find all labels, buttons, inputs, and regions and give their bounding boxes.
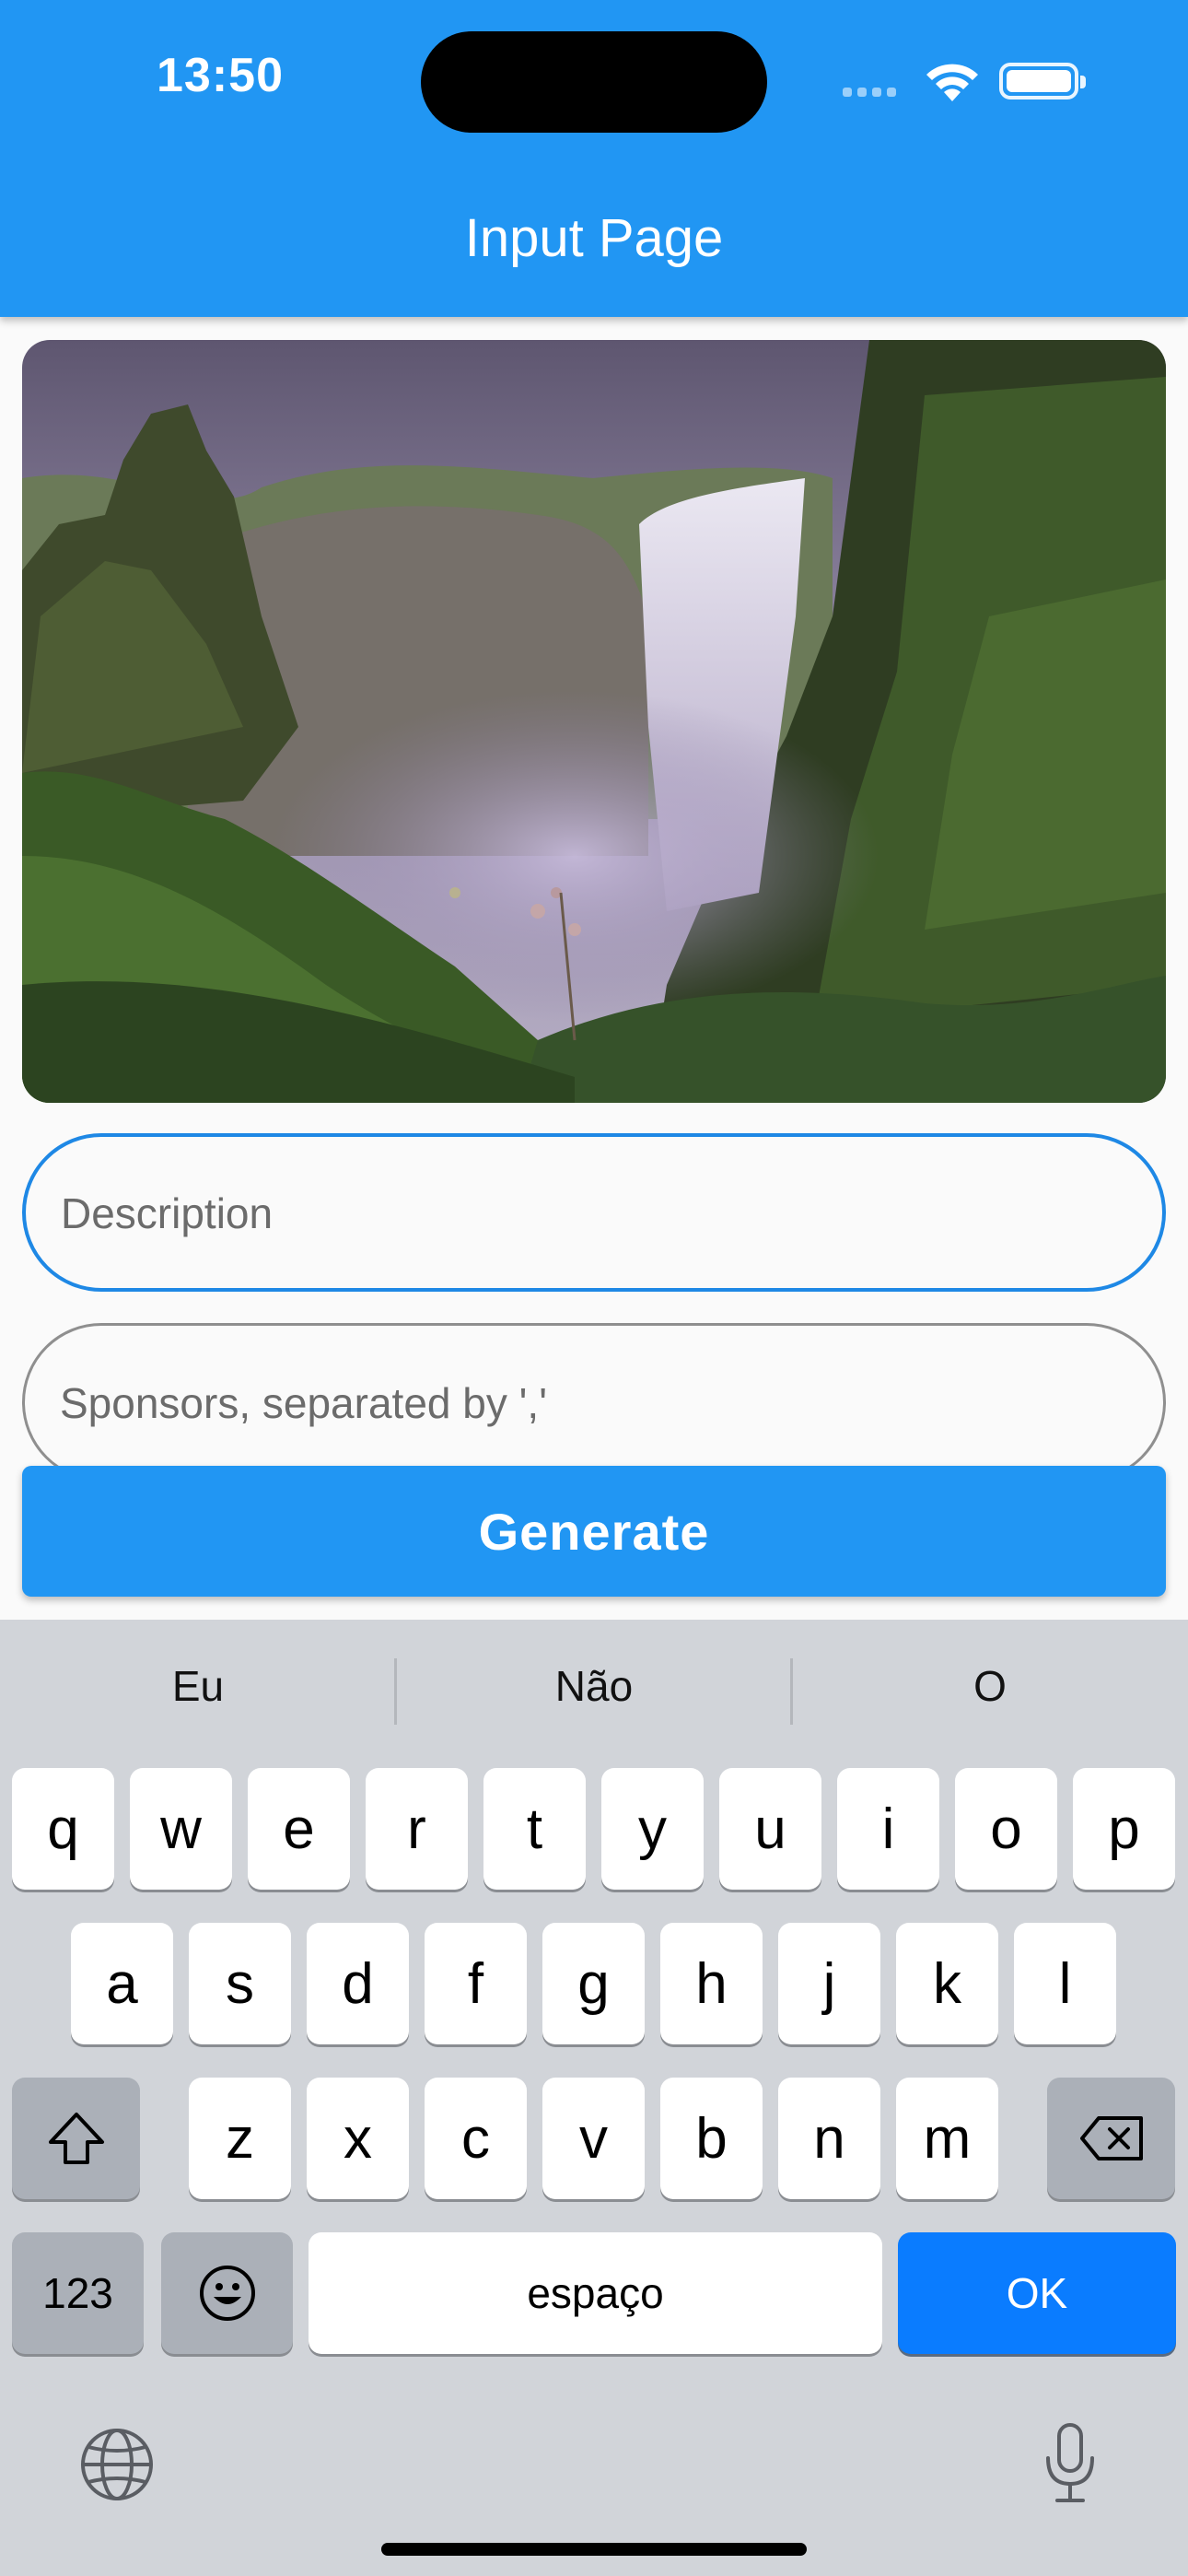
dynamic-island bbox=[421, 31, 767, 133]
description-field[interactable] bbox=[22, 1133, 1166, 1292]
key-z[interactable]: z bbox=[189, 2078, 291, 2199]
generate-button[interactable]: Generate bbox=[22, 1466, 1166, 1597]
key-w[interactable]: w bbox=[130, 1768, 232, 1890]
numbers-key[interactable]: 123 bbox=[12, 2232, 144, 2354]
globe-icon[interactable] bbox=[79, 2427, 155, 2507]
key-r[interactable]: r bbox=[366, 1768, 468, 1890]
cellular-signal-icon bbox=[843, 85, 903, 97]
home-indicator[interactable] bbox=[381, 2543, 807, 2556]
wifi-icon bbox=[924, 59, 981, 108]
microphone-icon[interactable] bbox=[1042, 2421, 1098, 2511]
page-title: Input Page bbox=[464, 208, 724, 268]
key-p[interactable]: p bbox=[1073, 1768, 1175, 1890]
waterfall-landscape-photo bbox=[22, 340, 1166, 1103]
delete-key[interactable] bbox=[1047, 2078, 1175, 2199]
key-f[interactable]: f bbox=[425, 1923, 527, 2044]
status-time: 13:50 bbox=[157, 49, 284, 102]
emoji-icon bbox=[199, 2266, 255, 2321]
key-e[interactable]: e bbox=[248, 1768, 350, 1890]
key-a[interactable]: a bbox=[71, 1923, 173, 2044]
emoji-key[interactable] bbox=[161, 2232, 293, 2354]
sponsors-input[interactable] bbox=[58, 1326, 1121, 1481]
shift-arrow-icon bbox=[48, 2113, 104, 2164]
suggestion-1[interactable]: Eu bbox=[0, 1649, 396, 1723]
key-o[interactable]: o bbox=[955, 1768, 1057, 1890]
suggestion-3[interactable]: O bbox=[792, 1649, 1188, 1723]
key-k[interactable]: k bbox=[896, 1923, 998, 2044]
battery-icon bbox=[999, 63, 1086, 100]
key-q[interactable]: q bbox=[12, 1768, 114, 1890]
suggestion-2[interactable]: Não bbox=[396, 1649, 792, 1723]
key-b[interactable]: b bbox=[660, 2078, 763, 2199]
key-u[interactable]: u bbox=[719, 1768, 821, 1890]
key-s[interactable]: s bbox=[189, 1923, 291, 2044]
key-l[interactable]: l bbox=[1014, 1923, 1116, 2044]
key-g[interactable]: g bbox=[542, 1923, 645, 2044]
key-t[interactable]: t bbox=[483, 1768, 586, 1890]
key-y[interactable]: y bbox=[601, 1768, 704, 1890]
key-c[interactable]: c bbox=[425, 2078, 527, 2199]
key-i[interactable]: i bbox=[837, 1768, 939, 1890]
key-m[interactable]: m bbox=[896, 2078, 998, 2199]
return-ok-key[interactable]: OK bbox=[898, 2232, 1176, 2354]
shift-key[interactable] bbox=[12, 2078, 140, 2199]
key-j[interactable]: j bbox=[778, 1923, 880, 2044]
key-v[interactable]: v bbox=[542, 2078, 645, 2199]
key-n[interactable]: n bbox=[778, 2078, 880, 2199]
key-x[interactable]: x bbox=[307, 2078, 409, 2199]
description-input[interactable] bbox=[59, 1137, 1122, 1290]
sponsors-field[interactable] bbox=[22, 1323, 1166, 1481]
space-key[interactable]: espaço bbox=[309, 2232, 882, 2354]
backspace-icon bbox=[1079, 2116, 1143, 2160]
key-h[interactable]: h bbox=[660, 1923, 763, 2044]
key-d[interactable]: d bbox=[307, 1923, 409, 2044]
